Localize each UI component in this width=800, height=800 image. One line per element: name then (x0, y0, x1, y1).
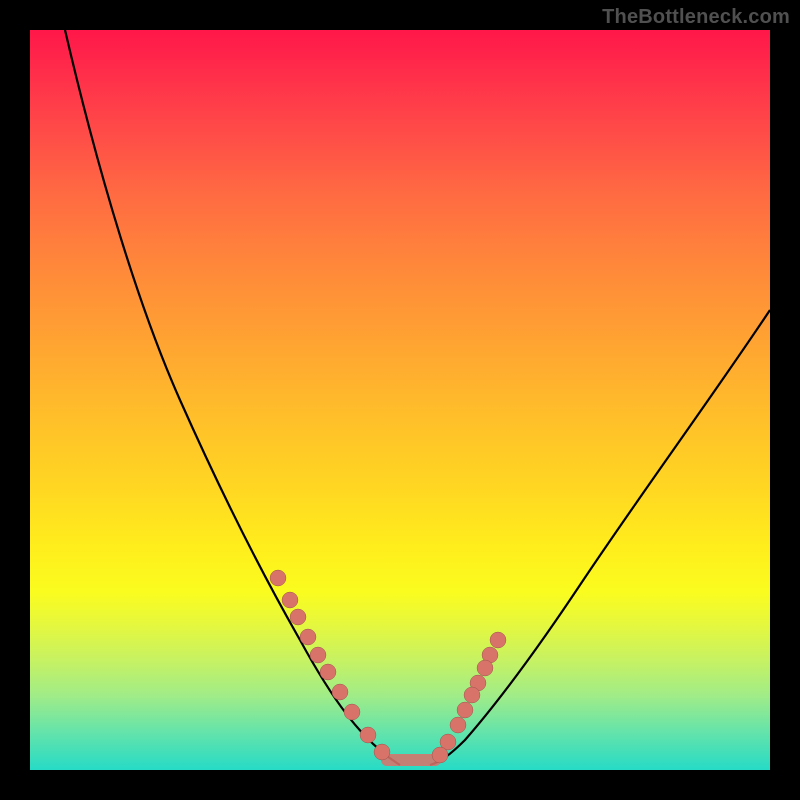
right-dot-group (432, 632, 506, 763)
marker-dot (310, 647, 326, 663)
marker-dot (332, 684, 348, 700)
marker-dot (490, 632, 506, 648)
right-curve (430, 310, 770, 765)
marker-dot (270, 570, 286, 586)
marker-dot (432, 747, 448, 763)
marker-dot (464, 687, 480, 703)
marker-dot (374, 744, 390, 760)
marker-dot (457, 702, 473, 718)
outer-frame: TheBottleneck.com (0, 0, 800, 800)
marker-dot (450, 717, 466, 733)
watermark-text: TheBottleneck.com (602, 6, 790, 29)
marker-dot (360, 727, 376, 743)
chart-svg (30, 30, 770, 770)
marker-dot (320, 664, 336, 680)
marker-dot (477, 660, 493, 676)
marker-dot (290, 609, 306, 625)
marker-dot (344, 704, 360, 720)
plot-area (30, 30, 770, 770)
left-curve (65, 30, 400, 765)
marker-dot (300, 629, 316, 645)
left-dot-group (270, 570, 390, 760)
marker-dot (282, 592, 298, 608)
